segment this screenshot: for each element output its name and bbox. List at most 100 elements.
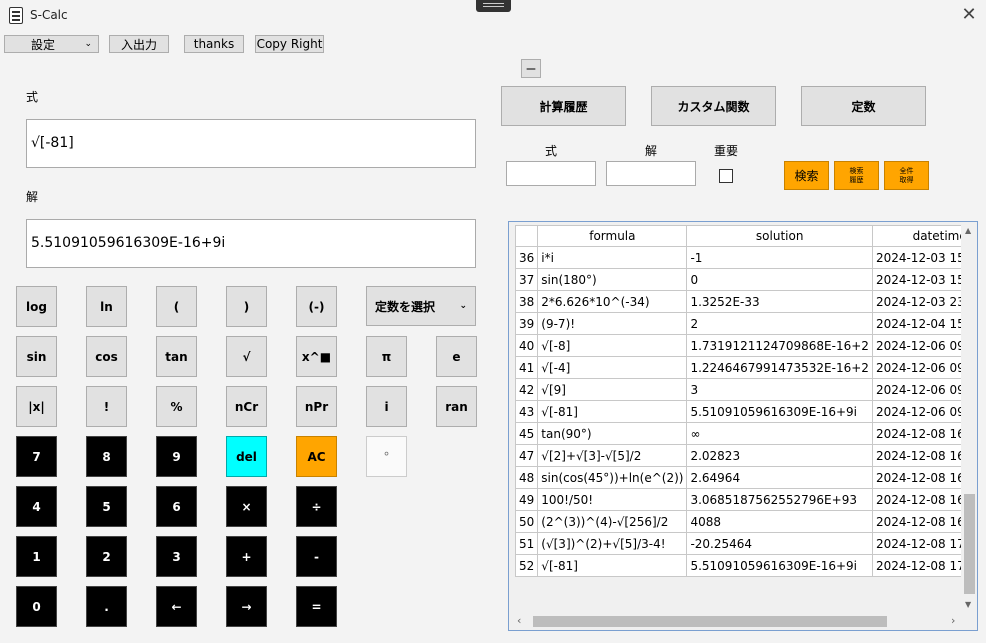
open-paren-key[interactable]: ( [156,286,197,327]
sqrt-key[interactable]: √ [226,336,267,377]
formula-cell: (9-7)! [537,312,688,335]
digit-9-key[interactable]: 9 [156,436,197,477]
io-button[interactable]: 入出力 [109,35,169,53]
divide-key[interactable]: ÷ [296,486,337,527]
row-id: 51 [514,532,539,555]
table-row[interactable]: 37sin(180°)02024-12-03 15:24:23 [514,268,977,291]
pi-key[interactable]: π [366,336,407,377]
degree-key[interactable]: ° [366,436,407,477]
search-history-button[interactable]: 検索 履歴 [834,161,879,190]
ln-key[interactable]: ln [86,286,127,327]
table-row[interactable]: 47√[2]+√[3]-√[5]/22.028232024-12-08 16:5… [514,444,977,467]
tab-custom-functions[interactable]: カスタム関数 [651,86,776,126]
get-all-button[interactable]: 全件 取得 [884,161,929,190]
collapse-button[interactable]: ー [521,59,541,78]
search-formula-input[interactable] [506,161,596,186]
close-paren-key[interactable]: ) [226,286,267,327]
table-row[interactable]: 40 √[-8] 1.7319121124709868E-16+2 2024-12-0… [514,334,977,357]
table-row[interactable]: 41 √[-4] 1.2246467991473532E-16+2 2024-12-0… [514,356,977,379]
vertical-scroll-thumb[interactable] [964,494,975,594]
digit-1-key[interactable]: 1 [16,536,57,577]
row-id: 40 [514,334,539,357]
important-checkbox[interactable] [719,169,733,183]
drag-handle[interactable] [476,0,511,12]
table-row[interactable]: 39(9-7)!22024-12-04 15:07:59 [514,312,977,335]
formula-cell: sin(cos(45°))+ln(e^(2)) [537,466,688,489]
multiply-key[interactable]: × [226,486,267,527]
log-key[interactable]: log [16,286,57,327]
scroll-left-icon[interactable]: ‹ [517,614,521,627]
tan-key[interactable]: tan [156,336,197,377]
settings-dropdown[interactable]: 設定 ⌄ [4,35,99,53]
sqrt-icon: √ [31,135,40,151]
column-header[interactable]: formula [537,225,688,247]
digit-6-key[interactable]: 6 [156,486,197,527]
title-bar[interactable]: S-Calc ✕ [0,0,986,32]
npr-key[interactable]: nPr [296,386,337,427]
copyright-button[interactable]: Copy Right [255,35,324,53]
formula-input[interactable]: √[-81] [26,119,476,168]
factorial-key[interactable]: ! [86,386,127,427]
history-grid[interactable]: formula solution datetime 36 i*i -1 2024-12-0… [508,221,978,631]
e-key[interactable]: e [436,336,477,377]
digit-0-key[interactable]: 0 [16,586,57,627]
table-row[interactable]: 52 √[-81] 5.51091059616309E-16+9i 2024-12-0… [514,554,977,577]
sin-key[interactable]: sin [16,336,57,377]
plus-key[interactable]: + [226,536,267,577]
table-row[interactable]: 382*6.626*10^(-34)1.3252E-332024-12-03 2… [514,290,977,313]
table-row[interactable]: 49 100!/50! 3.0685187562552796E+93 2024-12-… [514,488,977,511]
horizontal-scroll-thumb[interactable] [533,616,887,627]
abs-key[interactable]: |x| [16,386,57,427]
sqrt-icon: √ [541,558,549,573]
horizontal-scrollbar[interactable]: ‹ › [515,612,961,630]
negative-key[interactable]: (-) [296,286,337,327]
vertical-scrollbar[interactable]: ▲ ▼ [961,222,977,612]
table-row[interactable]: 45tan(90°)∞2024-12-08 16:44:27 [514,422,977,445]
digit-5-key[interactable]: 5 [86,486,127,527]
solution-cell: 5.51091059616309E-16+9i [686,400,873,423]
scroll-right-icon[interactable]: › [951,614,955,627]
formula-cell: i*i [537,246,688,269]
table-row[interactable]: 48 sin(cos(45°))+ln(e^(2)) 2.64964 2024-12-… [514,466,977,489]
tab-history[interactable]: 計算履歴 [501,86,626,126]
cos-key[interactable]: cos [86,336,127,377]
get-all-label-2: 取得 [899,175,914,184]
minus-key[interactable]: - [296,536,337,577]
solution-cell: 1.7319121124709868E-16+2 [686,334,873,357]
digit-2-key[interactable]: 2 [86,536,127,577]
digit-3-key[interactable]: 3 [156,536,197,577]
table-row[interactable]: 51 (√[3])^(2)+√[5]/3-4! -20.25464 2024-12-0… [514,532,977,555]
formula-cell: (√[3])^(2)+√[5]/3-4! [537,532,688,555]
table-row[interactable]: 42√[9]32024-12-06 09:38:36 [514,378,977,401]
cursor-right-key[interactable]: → [226,586,267,627]
delete-key[interactable]: del [226,436,267,477]
power-key[interactable]: x^■ [296,336,337,377]
digit-8-key[interactable]: 8 [86,436,127,477]
digit-7-key[interactable]: 7 [16,436,57,477]
cursor-left-key[interactable]: ← [156,586,197,627]
equals-key[interactable]: = [296,586,337,627]
all-clear-key[interactable]: AC [296,436,337,477]
column-header[interactable] [514,225,539,247]
table-row[interactable]: 50(2^(3))^(4)-√[256]/240882024-12-08 16:… [514,510,977,533]
scroll-down-icon[interactable]: ▼ [965,600,971,609]
decimal-point-key[interactable]: . [86,586,127,627]
table-row[interactable]: 43 √[-81] 5.51091059616309E-16+9i 2024-12-0… [514,400,977,423]
constant-select[interactable]: 定数を選択 ⌄ [366,286,476,326]
thanks-button[interactable]: thanks [184,35,244,53]
percent-key[interactable]: % [156,386,197,427]
search-button[interactable]: 検索 [784,161,829,190]
random-key[interactable]: ran [436,386,477,427]
digit-4-key[interactable]: 4 [16,486,57,527]
solution-output[interactable]: 5.51091059616309E-16+9i [26,219,476,268]
search-solution-input[interactable] [606,161,696,186]
scroll-up-icon[interactable]: ▲ [965,226,971,235]
ncr-key[interactable]: nCr [226,386,267,427]
row-id: 39 [514,312,539,335]
sqrt-icon: √ [605,448,613,463]
tab-constants[interactable]: 定数 [801,86,926,126]
table-row[interactable]: 36i*i-12024-12-03 15:23:39 [514,246,977,269]
close-icon[interactable]: ✕ [958,4,980,26]
imaginary-key[interactable]: i [366,386,407,427]
column-header[interactable]: solution [686,225,873,247]
